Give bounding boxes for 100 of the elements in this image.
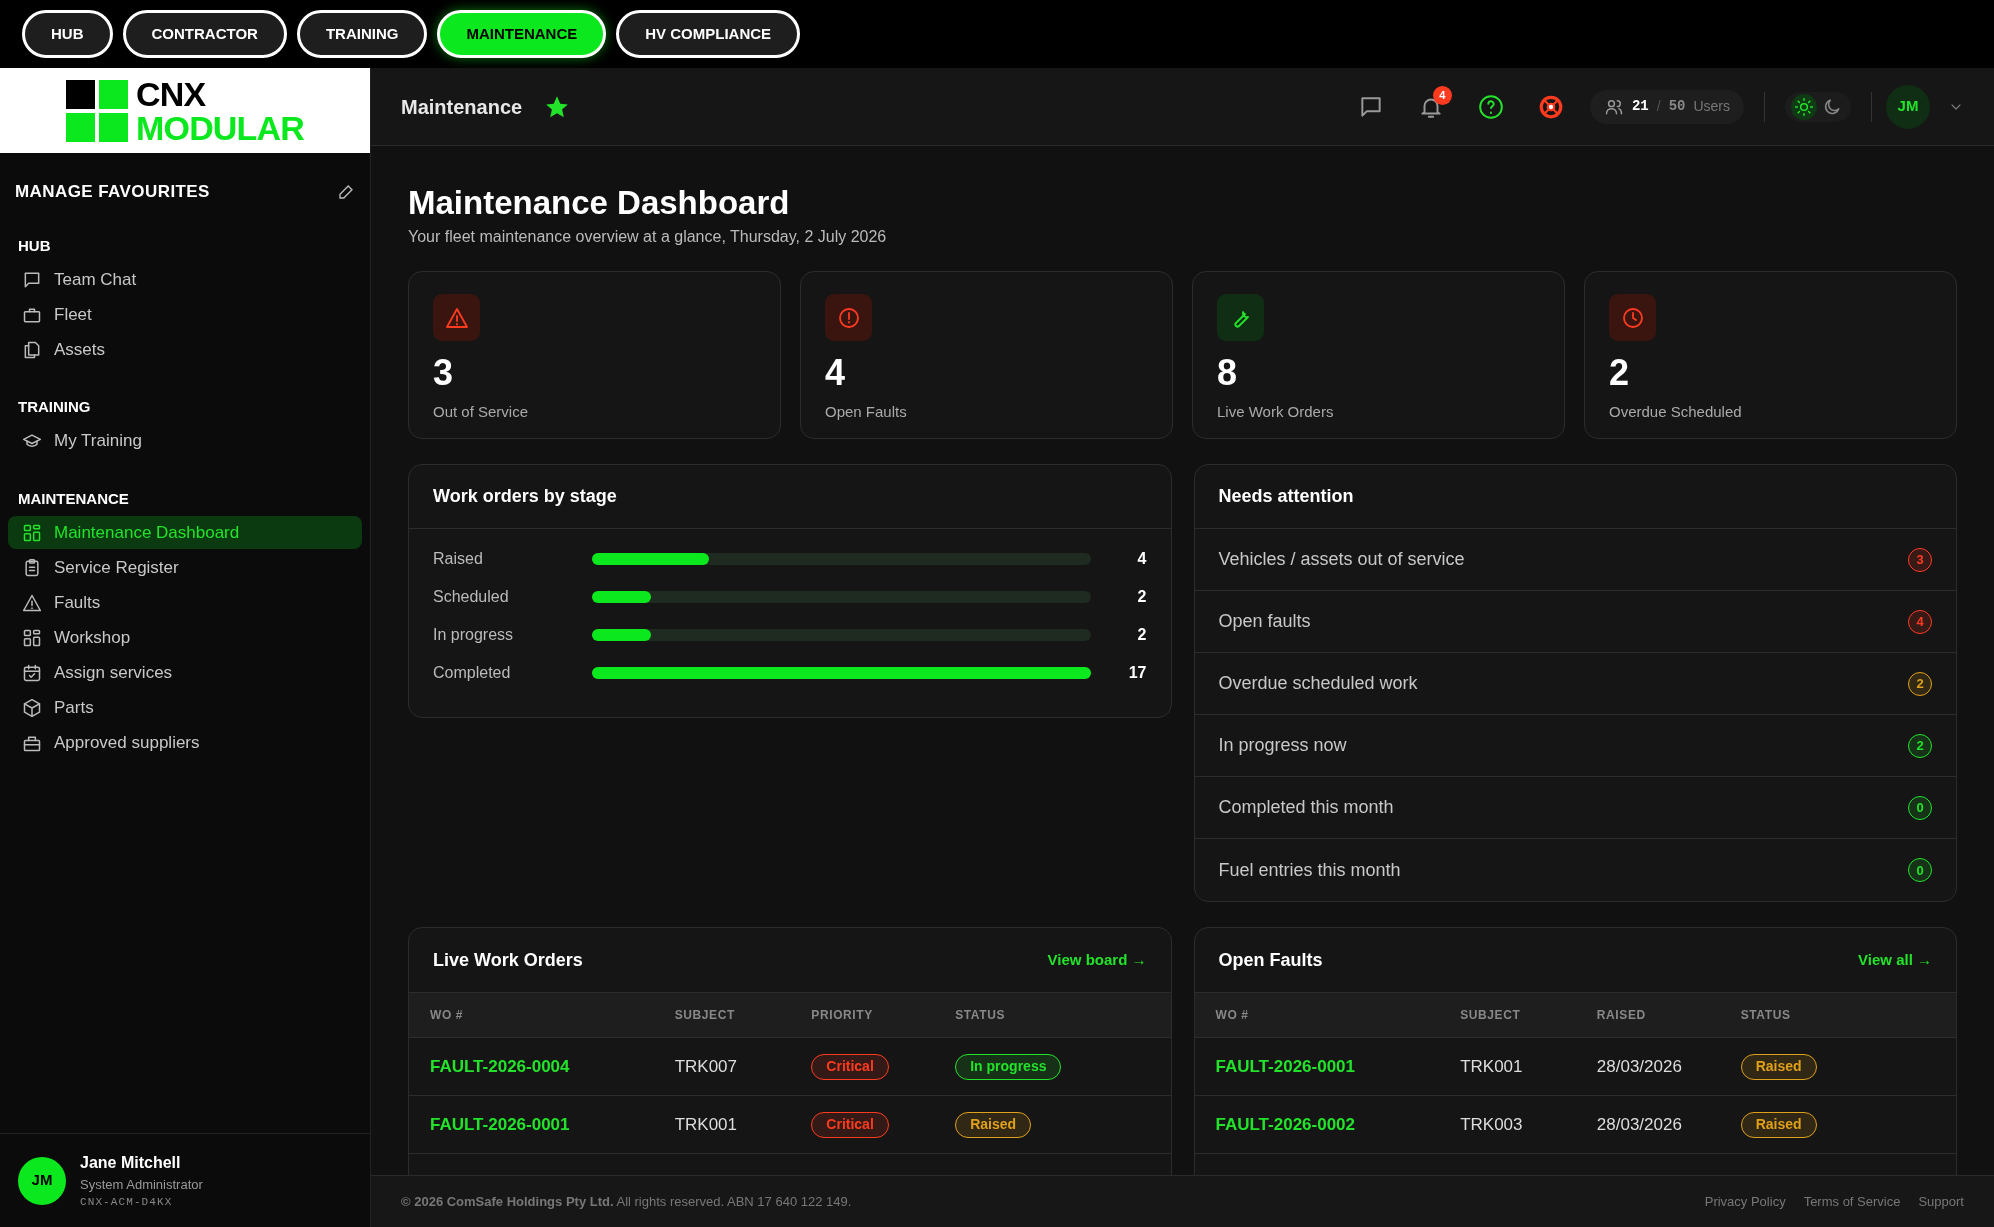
work-order-link[interactable]: FAULT-2026-0001 [430, 1112, 675, 1138]
work-order-link[interactable]: FAULT-2026-0004 [430, 1054, 675, 1080]
table-cell-text: 28/03/2026 [1596, 1114, 1683, 1136]
stage-label: Raised [433, 549, 484, 570]
sidebar-item[interactable]: Team Chat [8, 263, 362, 296]
stat-label: Open Faults [825, 402, 908, 423]
stat-value: 2 [1609, 355, 1631, 392]
count-badge: 3 [1908, 547, 1932, 572]
footer-link[interactable]: Terms of Service [1803, 1191, 1901, 1212]
attention-label: In progress now [1218, 734, 1347, 758]
logo-text: MODULAR [136, 110, 304, 145]
section-heading: MAINTENANCE [17, 488, 130, 509]
column-header: PRIORITY [811, 1007, 874, 1025]
separator-text: / [1656, 97, 1661, 116]
warning-icon [22, 592, 42, 613]
user-role: System Administrator [80, 1175, 203, 1194]
attention-label: Open faults [1218, 610, 1311, 634]
sidebar-item[interactable]: Maintenance Dashboard [8, 516, 362, 549]
count-badge: 0 [1908, 858, 1932, 883]
user-avatar[interactable]: JM [1886, 84, 1930, 129]
edit-icon[interactable] [337, 182, 355, 201]
calendar-icon [22, 662, 42, 683]
table-cell-text: TRK003 [1460, 1114, 1524, 1136]
column-header: STATUS [955, 1007, 1007, 1025]
user-name: Jane Mitchell [80, 1152, 182, 1173]
work-order-link[interactable]: FAULT-2026-0002 [1215, 1112, 1461, 1138]
footer-link[interactable]: Privacy Policy [1704, 1191, 1786, 1212]
status-pill: Raised [1740, 1111, 1817, 1138]
count-badge: 0 [1908, 795, 1932, 820]
warning-icon [444, 305, 469, 330]
nav-tab[interactable]: HUB [22, 10, 113, 58]
stage-count: 2 [1136, 625, 1147, 646]
notification-badge: 4 [1432, 85, 1452, 105]
light-theme-option[interactable] [1791, 93, 1817, 120]
lifebuoy-icon[interactable] [1537, 93, 1564, 120]
page-title: Maintenance Dashboard [408, 183, 791, 223]
user-code: CNX-ACM-D4KX [80, 1195, 174, 1210]
stage-label: In progress [433, 625, 515, 646]
column-header: WO # [430, 1007, 465, 1025]
stat-value: 4 [825, 355, 847, 392]
sidebar-item[interactable]: Approved suppliers [8, 726, 362, 759]
nav-tab[interactable]: HV COMPLIANCE [616, 10, 801, 58]
sidebar-item[interactable]: Faults [8, 586, 362, 619]
stat-label: Live Work Orders [1217, 402, 1335, 423]
work-order-link[interactable]: FAULT-2026-0001 [1215, 1054, 1461, 1080]
attention-label: Vehicles / assets out of service [1218, 548, 1465, 572]
view-link[interactable]: View all → [1858, 949, 1932, 972]
stat-label: Out of Service [433, 402, 530, 423]
table-cell-text: TRK007 [674, 1056, 738, 1078]
sidebar-item[interactable]: Fleet [8, 298, 362, 331]
sun-icon [1794, 96, 1814, 117]
grid-icon [22, 522, 42, 543]
sidebar-item[interactable]: Parts [8, 691, 362, 724]
count-badge: 2 [1908, 733, 1932, 758]
stage-count: 2 [1136, 587, 1147, 608]
count-badge: 4 [1908, 609, 1932, 634]
alert-circle-icon [836, 305, 861, 330]
user-avatar: JM [18, 1156, 66, 1205]
footer-link[interactable]: Support [1918, 1191, 1964, 1212]
users-label: Users [1693, 97, 1730, 116]
column-header: WO # [1215, 1007, 1250, 1025]
nav-tab[interactable]: CONTRACTOR [122, 10, 287, 58]
card-title: Live Work Orders [433, 948, 583, 972]
stat-value: 8 [1217, 355, 1239, 392]
grid-icon [22, 627, 42, 648]
package-icon [22, 697, 42, 718]
nav-tab[interactable]: MAINTENANCE [437, 10, 607, 58]
attention-label: Overdue scheduled work [1218, 672, 1418, 696]
column-header: RAISED [1596, 1007, 1647, 1025]
section-heading: HUB [17, 235, 52, 256]
table-cell-text: TRK001 [1460, 1056, 1524, 1078]
count-badge: 2 [1908, 671, 1932, 696]
stage-label: Scheduled [433, 587, 510, 608]
card-title: Work orders by stage [433, 485, 617, 509]
sidebar-item[interactable]: Service Register [8, 551, 362, 584]
column-header: STATUS [1740, 1007, 1792, 1025]
column-header: SUBJECT [1460, 1007, 1522, 1025]
sidebar-title: MANAGE FAVOURITES [15, 181, 210, 203]
clock-icon [1620, 305, 1645, 330]
status-pill: Raised [955, 1111, 1032, 1138]
sidebar-item[interactable]: Assign services [8, 656, 362, 689]
stat-value: 3 [433, 355, 455, 392]
logo-mark-icon [66, 79, 129, 142]
sidebar-item[interactable]: Assets [8, 333, 362, 366]
help-icon[interactable] [1477, 93, 1504, 120]
stage-count: 17 [1127, 663, 1147, 684]
sidebar-item[interactable]: Workshop [8, 621, 362, 654]
sidebar-item[interactable]: My Training [8, 424, 362, 458]
status-pill: Critical [811, 1053, 889, 1080]
card-title: Open Faults [1218, 948, 1323, 972]
view-link[interactable]: View board → [1047, 949, 1147, 972]
nav-tab[interactable]: TRAINING [296, 10, 428, 58]
card-title: Needs attention [1218, 485, 1354, 509]
attention-label: Fuel entries this month [1218, 858, 1401, 882]
status-pill: Raised [1740, 1053, 1817, 1080]
user-limit: 50 [1668, 97, 1686, 116]
page-subtitle: Your fleet maintenance overview at a glance, Thursday, 2 July 2026 [408, 227, 888, 248]
header-title: Maintenance [401, 94, 523, 120]
stage-count: 4 [1136, 549, 1147, 570]
logo-text: CNX [136, 76, 207, 111]
